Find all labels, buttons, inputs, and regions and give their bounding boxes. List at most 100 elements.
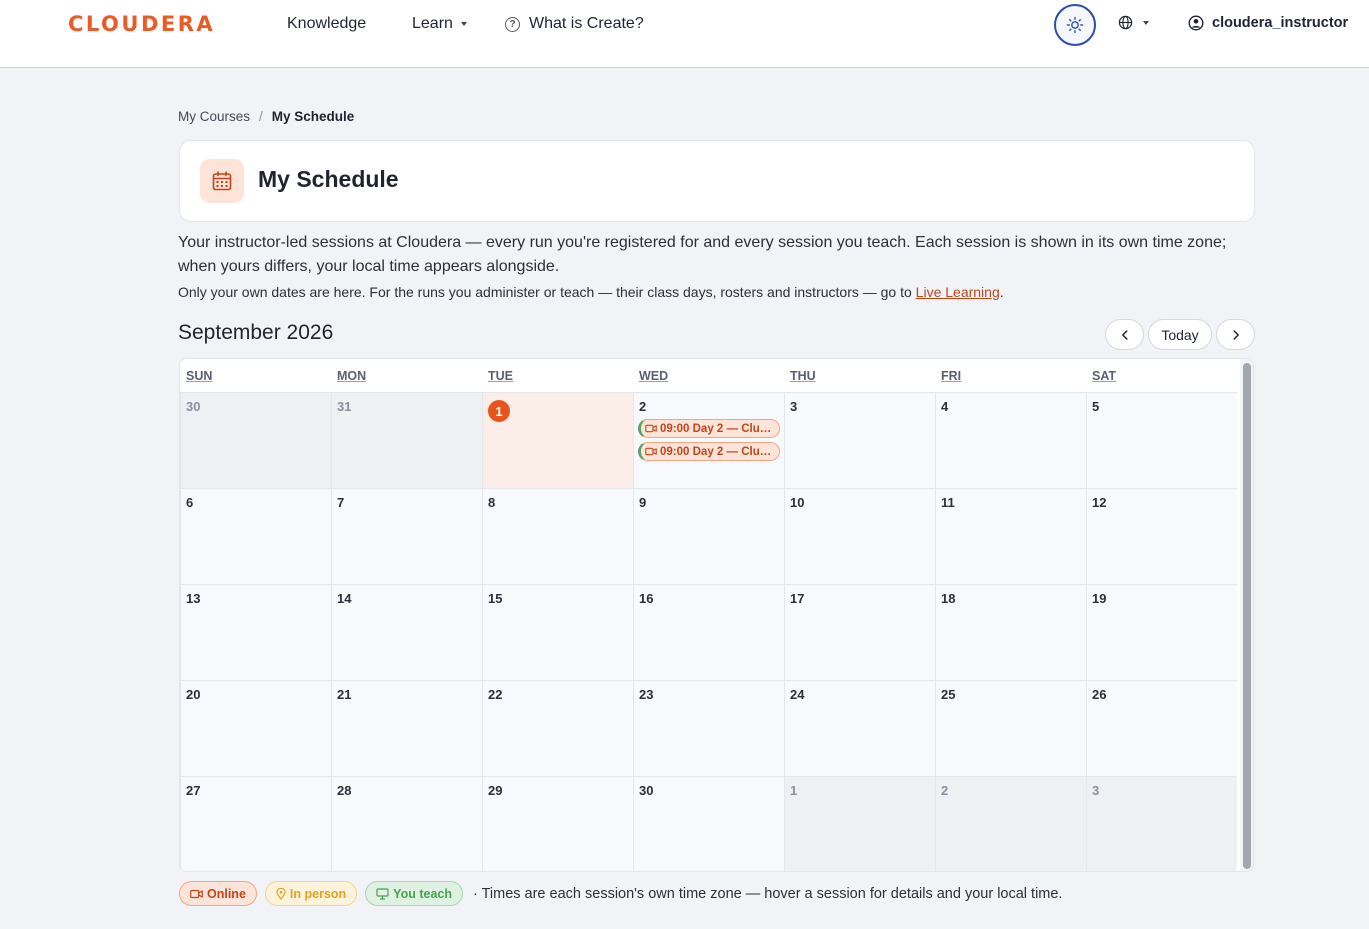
calendar-day-cell[interactable]: 11 [935,488,1086,584]
month-title: September 2026 [178,321,334,344]
calendar-day-cell[interactable]: 8 [482,488,633,584]
today-date-badge: 1 [488,400,510,422]
nav-what-is-create-label: What is Create? [529,15,644,32]
calendar-day-cell[interactable]: 29 [482,776,633,871]
calendar-day-cell[interactable]: 2 09:00 Day 2 — Clu… 09:00 Day 2 — Clu… [633,392,784,488]
day-number: 16 [639,591,654,606]
nav-knowledge-label: Knowledge [287,15,367,32]
calendar-day-cell[interactable]: 23 [633,680,784,776]
calendar-day-cell[interactable]: 17 [784,584,935,680]
calendar-day-cell[interactable]: 4 [935,392,1086,488]
day-number: 19 [1092,591,1107,606]
session-title: Day 2 — Clu… [692,445,772,458]
calendar-day-cell[interactable]: 9 [633,488,784,584]
previous-month-button[interactable] [1105,319,1144,350]
video-camera-icon [645,424,657,433]
calendar-day-cell[interactable]: 13 [180,584,331,680]
month-calendar: SUN MON TUE WED THU FRI SAT 30 31 1 2 09:00 … [179,358,1254,872]
weekday-header: TUE [488,369,513,383]
day-number: 7 [337,495,345,510]
intro-text: Your instructor-led sessions at Cloudera… [178,234,1227,275]
user-circle-icon [1188,15,1204,31]
scope-note: Only your own dates are here. For the ru… [178,284,1004,300]
calendar-day-cell[interactable]: 21 [331,680,482,776]
live-learning-link[interactable]: Live Learning [916,284,1000,300]
session-event[interactable]: 09:00 Day 2 — Clu… [638,442,780,461]
language-selector[interactable] [1118,15,1149,30]
breadcrumb: My Courses / My Schedule [178,109,354,124]
session-event[interactable]: 09:00 Day 2 — Clu… [638,419,780,438]
calendar-day-cell[interactable]: 30 [633,776,784,871]
calendar-day-cell[interactable]: 14 [331,584,482,680]
nav-learn-label: Learn [412,15,453,32]
today-button[interactable]: Today [1148,319,1212,350]
day-number: 24 [790,687,805,702]
legend-you-teach-label: You teach [393,886,452,901]
calendar-day-cell[interactable]: 25 [935,680,1086,776]
calendar-day-cell[interactable]: 28 [331,776,482,871]
calendar-day-cell[interactable]: 1 [482,392,633,488]
calendar-day-cell[interactable]: 20 [180,680,331,776]
help-circle-icon: ? [505,16,520,32]
day-number: 2 [941,783,949,798]
session-time: 09:00 [660,422,690,435]
calendar-scrollbar[interactable] [1240,359,1253,871]
next-month-button[interactable] [1216,319,1255,350]
calendar-day-cell[interactable]: 15 [482,584,633,680]
calendar-day-cell[interactable]: 26 [1086,680,1237,776]
map-pin-icon [276,887,286,900]
calendar-day-cell[interactable]: 27 [180,776,331,871]
calendar-day-cell[interactable]: 1 [784,776,935,871]
day-number: 18 [941,591,956,606]
user-menu[interactable]: cloudera_instructor [1188,15,1348,31]
day-number: 28 [337,783,352,798]
day-number: 10 [790,495,805,510]
day-number: 13 [186,591,201,606]
nav-knowledge[interactable]: Knowledge [287,15,366,33]
theme-toggle-button[interactable] [1054,4,1096,46]
weekday-header: THU [790,369,816,383]
weekday-header: FRI [941,369,962,383]
cloudera-logo[interactable]: CLOUDERA [68,12,215,36]
nav-what-is-create[interactable]: ? What is Create? [505,15,644,33]
page-header-card: My Schedule [179,140,1255,222]
calendar-day-cell[interactable]: 2 [935,776,1086,871]
day-number: 2 [639,399,647,414]
calendar-day-cell[interactable]: 5 [1086,392,1237,488]
day-number: 21 [337,687,352,702]
day-number: 12 [1092,495,1107,510]
top-nav-bar: CLOUDERA Knowledge Learn ? What is Creat… [0,0,1369,68]
legend-online-chip: Online [179,881,257,906]
scrollbar-thumb[interactable] [1243,363,1251,869]
calendar-day-cell[interactable]: 3 [1086,776,1237,871]
calendar-day-cell[interactable]: 3 [784,392,935,488]
day-number: 8 [488,495,496,510]
nav-learn-dropdown[interactable]: Learn [412,15,467,33]
breadcrumb-my-courses[interactable]: My Courses [178,109,250,124]
calendar-day-cell[interactable]: 6 [180,488,331,584]
calendar-day-cell[interactable]: 16 [633,584,784,680]
legend-in-person-label: In person [289,886,347,901]
calendar-day-cell[interactable]: 22 [482,680,633,776]
day-number: 26 [1092,687,1107,702]
calendar-icon [200,159,244,203]
caret-down-icon [460,22,467,26]
day-number: 9 [639,495,647,510]
calendar-day-cell[interactable]: 7 [331,488,482,584]
weekday-header: WED [639,369,669,383]
calendar-day-cell[interactable]: 18 [935,584,1086,680]
legend-online-label: Online [207,886,246,901]
globe-icon [1118,15,1133,30]
calendar-day-cell[interactable]: 12 [1086,488,1237,584]
day-number: 6 [186,495,194,510]
day-number: 14 [337,591,352,606]
sun-icon [1066,16,1084,34]
calendar-day-cell[interactable]: 19 [1086,584,1237,680]
calendar-day-cell[interactable]: 10 [784,488,935,584]
day-number: 30 [186,399,201,414]
calendar-day-cell[interactable]: 30 [180,392,331,488]
calendar-day-cell[interactable]: 24 [784,680,935,776]
caret-down-icon [1143,20,1149,25]
calendar-day-cell[interactable]: 31 [331,392,482,488]
username-label: cloudera_instructor [1212,15,1349,31]
